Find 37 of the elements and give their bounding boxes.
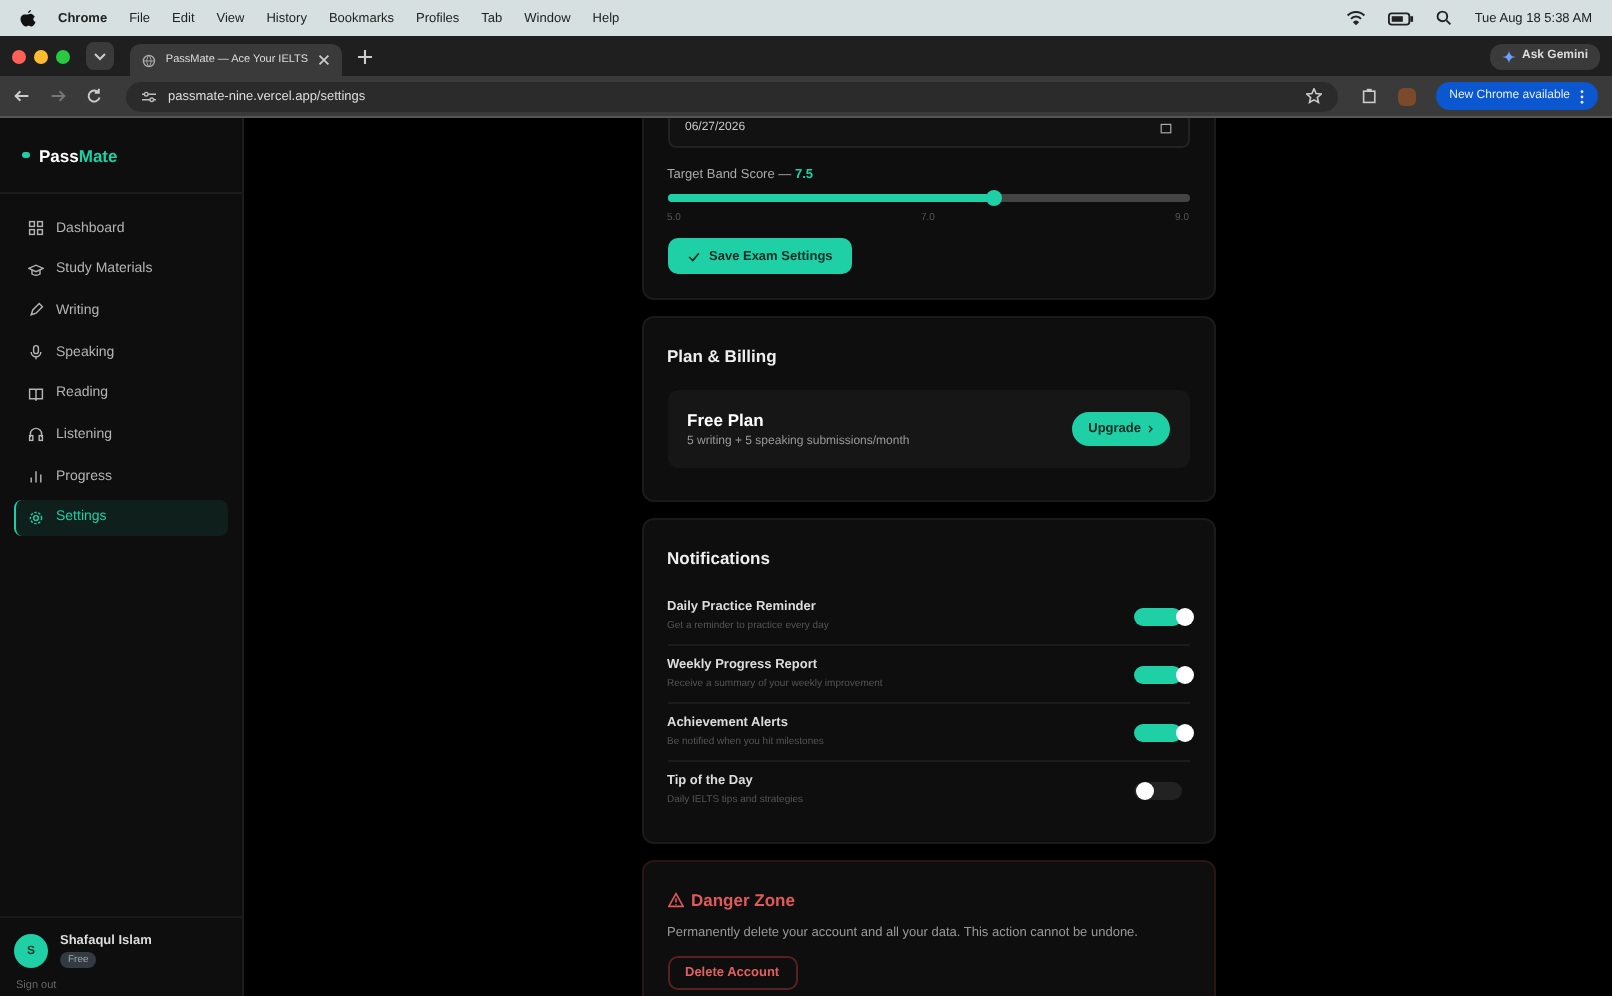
globe-icon	[142, 53, 156, 67]
plan-name: Free Plan	[687, 410, 766, 430]
reload-icon[interactable]	[86, 88, 102, 104]
sparkle-icon	[1501, 49, 1516, 63]
section-title: Plan & Billing	[667, 346, 779, 366]
headphones-icon	[28, 426, 44, 443]
battery-icon[interactable]	[1388, 11, 1415, 25]
microphone-icon	[28, 344, 44, 361]
logo-dot-icon	[22, 151, 29, 159]
grid-icon	[28, 220, 44, 236]
logo[interactable]: PassMate	[39, 145, 118, 165]
danger-zone-title: Danger Zone	[691, 890, 795, 910]
chevron-right-icon	[1147, 424, 1153, 434]
site-settings-icon[interactable]	[142, 89, 156, 103]
section-title: Notifications	[667, 548, 772, 568]
window-controls[interactable]	[12, 49, 70, 63]
forward-icon[interactable]	[50, 88, 66, 104]
toggle-switch[interactable]	[1133, 607, 1193, 625]
graduation-cap-icon	[28, 261, 44, 278]
star-icon[interactable]	[1305, 88, 1322, 104]
close-icon[interactable]	[318, 54, 330, 66]
apple-logo-icon[interactable]	[20, 9, 36, 27]
search-icon[interactable]	[1436, 10, 1453, 26]
toggle-switch[interactable]	[1133, 665, 1193, 683]
pen-icon	[28, 302, 44, 319]
bar-chart-icon	[28, 468, 44, 485]
new-tab-icon[interactable]	[358, 49, 372, 63]
extensions-icon[interactable]	[1361, 88, 1378, 104]
book-icon	[28, 385, 44, 402]
slider-thumb[interactable]	[985, 190, 1002, 206]
wifi-icon[interactable]	[1346, 10, 1367, 26]
gear-icon	[28, 509, 44, 526]
warning-icon	[667, 892, 683, 908]
back-icon[interactable]	[14, 88, 30, 104]
check-icon	[687, 251, 699, 261]
toggle-switch[interactable]	[1133, 723, 1193, 741]
band-score-slider[interactable]	[667, 194, 1189, 202]
